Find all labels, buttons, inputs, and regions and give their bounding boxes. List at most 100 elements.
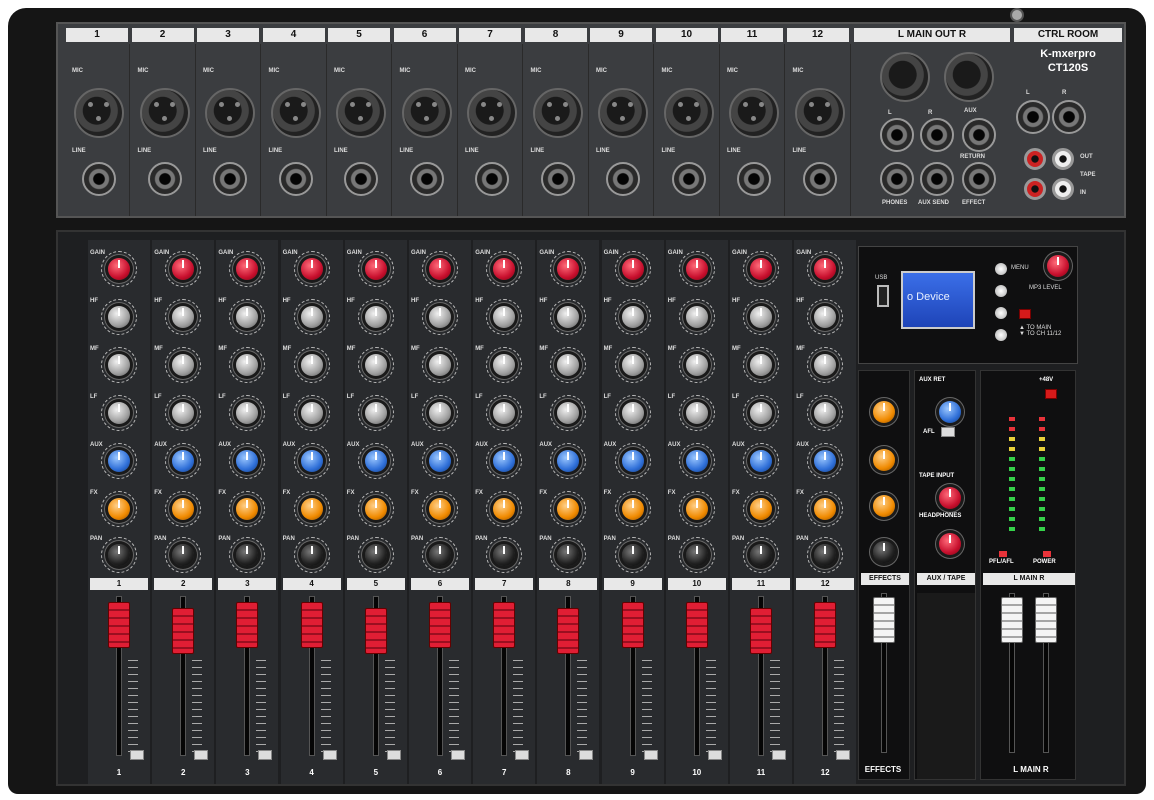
main-out-left-xlr[interactable] bbox=[880, 52, 930, 102]
gain-knob[interactable] bbox=[429, 258, 451, 280]
pfl-button[interactable] bbox=[515, 750, 530, 760]
lf-eq-knob[interactable] bbox=[429, 402, 451, 424]
mic-xlr-input[interactable] bbox=[729, 88, 779, 138]
aux-send-knob[interactable] bbox=[364, 450, 387, 472]
mic-xlr-input[interactable] bbox=[532, 88, 583, 138]
gain-knob[interactable] bbox=[750, 258, 772, 280]
line-jack-input[interactable] bbox=[737, 162, 771, 196]
pfl-button[interactable] bbox=[643, 750, 658, 760]
line-jack-input[interactable] bbox=[82, 162, 116, 196]
channel-fader[interactable] bbox=[236, 602, 259, 648]
pfl-button[interactable] bbox=[707, 750, 722, 760]
pfl-button[interactable] bbox=[322, 750, 337, 760]
mp3-prev-button[interactable] bbox=[995, 285, 1007, 297]
lf-eq-knob[interactable] bbox=[300, 402, 323, 424]
mic-xlr-input[interactable] bbox=[794, 88, 845, 138]
mic-xlr-input[interactable] bbox=[270, 88, 321, 138]
main-out-right-xlr[interactable] bbox=[944, 52, 994, 102]
usb-port-icon[interactable] bbox=[877, 285, 889, 307]
line-jack-input[interactable] bbox=[278, 162, 313, 196]
mf-eq-knob[interactable] bbox=[750, 354, 772, 376]
line-jack-input[interactable] bbox=[344, 162, 378, 196]
hf-eq-knob[interactable] bbox=[364, 306, 387, 328]
hf-eq-knob[interactable] bbox=[750, 306, 772, 328]
aux-send-knob[interactable] bbox=[685, 450, 708, 472]
fx-send-knob[interactable] bbox=[300, 498, 323, 520]
fx-send-knob[interactable] bbox=[364, 498, 387, 520]
pfl-button[interactable] bbox=[258, 750, 273, 760]
channel-fader[interactable] bbox=[814, 602, 837, 648]
fx-send-knob[interactable] bbox=[429, 498, 451, 520]
channel-fader[interactable] bbox=[750, 608, 772, 654]
fx-send-knob[interactable] bbox=[685, 498, 708, 520]
line-jack-input[interactable] bbox=[409, 162, 444, 196]
pfl-button[interactable] bbox=[194, 750, 209, 760]
effects-knob-2[interactable] bbox=[873, 449, 895, 471]
hf-eq-knob[interactable] bbox=[621, 306, 644, 328]
pfl-button[interactable] bbox=[772, 750, 786, 760]
mf-eq-knob[interactable] bbox=[300, 354, 323, 376]
lf-eq-knob[interactable] bbox=[108, 402, 130, 424]
mic-xlr-input[interactable] bbox=[663, 88, 714, 138]
mf-eq-knob[interactable] bbox=[364, 354, 387, 376]
pan-knob[interactable] bbox=[108, 544, 130, 566]
tape-out-rca-white[interactable] bbox=[1052, 148, 1074, 170]
phantom-power-button[interactable] bbox=[1045, 389, 1057, 399]
line-jack-input[interactable] bbox=[606, 162, 640, 196]
gain-knob[interactable] bbox=[108, 258, 130, 280]
fx-send-knob[interactable] bbox=[108, 498, 130, 520]
lf-eq-knob[interactable] bbox=[685, 402, 708, 424]
line-jack-input[interactable] bbox=[802, 162, 837, 196]
line-jack-input[interactable] bbox=[671, 162, 706, 196]
aux-send-knob[interactable] bbox=[108, 450, 130, 472]
channel-fader[interactable] bbox=[108, 602, 130, 648]
hf-eq-knob[interactable] bbox=[108, 306, 130, 328]
mf-eq-knob[interactable] bbox=[621, 354, 644, 376]
mic-xlr-input[interactable] bbox=[139, 88, 190, 138]
mp3-level-knob[interactable] bbox=[1047, 255, 1069, 277]
pan-knob[interactable] bbox=[300, 544, 323, 566]
aux-send-knob[interactable] bbox=[300, 450, 323, 472]
pan-knob[interactable] bbox=[429, 544, 451, 566]
channel-fader[interactable] bbox=[364, 608, 387, 654]
mf-eq-knob[interactable] bbox=[685, 354, 708, 376]
lf-eq-knob[interactable] bbox=[621, 402, 644, 424]
channel-fader[interactable] bbox=[621, 602, 644, 648]
mf-eq-knob[interactable] bbox=[429, 354, 451, 376]
pfl-button[interactable] bbox=[386, 750, 401, 760]
pfl-button[interactable] bbox=[130, 750, 144, 760]
phones-jack[interactable] bbox=[880, 162, 914, 196]
hf-eq-knob[interactable] bbox=[300, 306, 323, 328]
effects-knob-1[interactable] bbox=[873, 401, 895, 423]
aux-send-knob[interactable] bbox=[429, 450, 451, 472]
aux-jack[interactable] bbox=[962, 118, 996, 152]
gain-knob[interactable] bbox=[685, 258, 708, 280]
pan-knob[interactable] bbox=[750, 544, 772, 566]
channel-fader[interactable] bbox=[557, 608, 580, 654]
mic-xlr-input[interactable] bbox=[598, 88, 648, 138]
tape-in-rca-white[interactable] bbox=[1052, 178, 1074, 200]
mic-xlr-input[interactable] bbox=[467, 88, 517, 138]
channel-fader[interactable] bbox=[172, 608, 195, 654]
aux-return-knob[interactable] bbox=[939, 401, 961, 423]
tape-in-rca-red[interactable] bbox=[1024, 178, 1046, 200]
tape-input-knob[interactable] bbox=[939, 487, 961, 509]
pan-knob[interactable] bbox=[621, 544, 644, 566]
line-jack-input[interactable] bbox=[540, 162, 575, 196]
hf-eq-knob[interactable] bbox=[429, 306, 451, 328]
ctrl-room-left-jack[interactable] bbox=[1016, 100, 1050, 134]
aux-return-right-jack[interactable] bbox=[920, 118, 954, 152]
channel-fader[interactable] bbox=[300, 602, 323, 648]
mp3-mode-switch[interactable] bbox=[1019, 309, 1031, 319]
line-jack-input[interactable] bbox=[213, 162, 247, 196]
tape-out-rca-red[interactable] bbox=[1024, 148, 1046, 170]
main-right-fader[interactable] bbox=[1035, 597, 1057, 643]
pfl-button[interactable] bbox=[836, 750, 851, 760]
lf-eq-knob[interactable] bbox=[364, 402, 387, 424]
gain-knob[interactable] bbox=[300, 258, 323, 280]
effects-fader[interactable] bbox=[873, 597, 895, 643]
mic-xlr-input[interactable] bbox=[336, 88, 386, 138]
channel-fader[interactable] bbox=[429, 602, 451, 648]
mf-eq-knob[interactable] bbox=[108, 354, 130, 376]
lf-eq-knob[interactable] bbox=[750, 402, 772, 424]
